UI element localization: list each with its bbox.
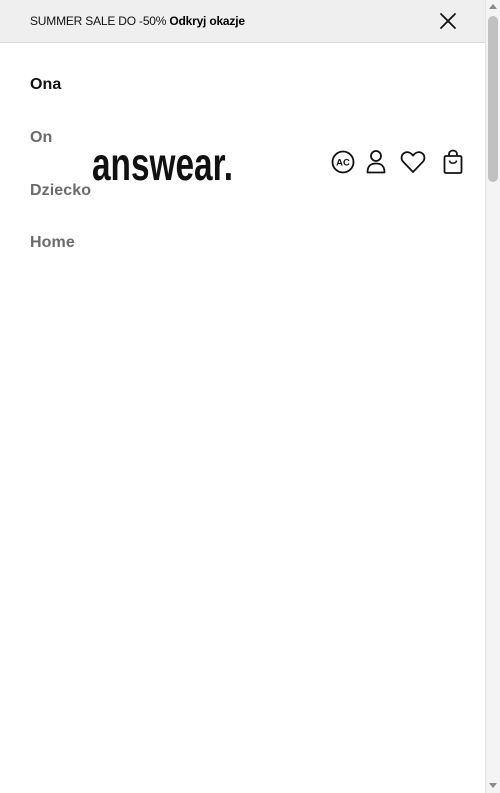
menu-item-home[interactable]: Home (30, 234, 75, 252)
wishlist-button[interactable] (399, 148, 427, 176)
promo-sale-text: SUMMER SALE DO -50% (30, 14, 167, 28)
scrollbar-thumb[interactable] (488, 16, 498, 182)
accessibility-button[interactable]: AC (329, 148, 357, 176)
accessibility-label: AC (336, 158, 350, 169)
page: SUMMER SALE DO -50% Odkryj okazje answea… (0, 0, 500, 793)
scroll-up-arrow-icon[interactable] (489, 4, 497, 9)
scroll-down-arrow-icon[interactable] (489, 783, 497, 788)
accessibility-icon: AC (331, 150, 355, 174)
promo-bar: SUMMER SALE DO -50% Odkryj okazje (0, 0, 485, 43)
cart-button[interactable] (439, 148, 467, 176)
menu-item-on[interactable]: On (30, 129, 52, 147)
heart-icon (400, 151, 426, 173)
main-content: SUMMER SALE DO -50% Odkryj okazje answea… (0, 0, 485, 793)
promo-text[interactable]: SUMMER SALE DO -50% Odkryj okazje (30, 14, 245, 29)
user-icon (366, 150, 386, 174)
menu-item-dziecko[interactable]: Dziecko (30, 182, 91, 200)
vertical-scrollbar[interactable] (485, 0, 500, 793)
close-icon (440, 13, 456, 29)
menu-item-ona[interactable]: Ona (30, 76, 61, 94)
account-button[interactable] (362, 148, 390, 176)
promo-link[interactable]: Odkryj okazje (169, 14, 245, 28)
answear-logo[interactable]: answear. (92, 138, 236, 190)
shopping-bag-icon (443, 149, 463, 174)
close-promo-button[interactable] (436, 9, 460, 33)
logo-text: answear. (92, 144, 233, 184)
